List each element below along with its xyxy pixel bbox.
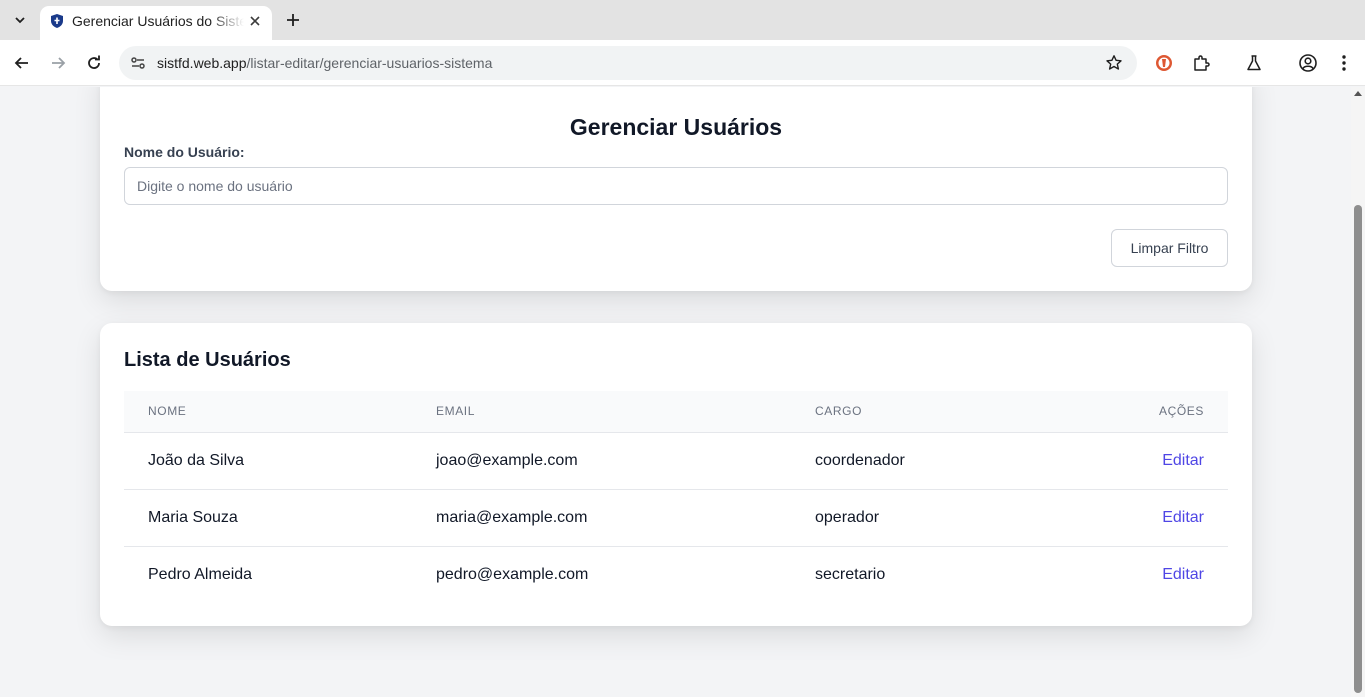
site-settings-icon[interactable] [129, 54, 147, 72]
user-list-card: Lista de Usuários NOME EMAIL CARGO AÇÕES… [100, 323, 1252, 626]
back-arrow-icon[interactable] [10, 51, 34, 75]
user-actions-cell: Editar [1028, 489, 1228, 547]
filter-card: Gerenciar Usuários Nome do Usuário: Limp… [100, 87, 1252, 291]
user-name-label: Nome do Usuário: [124, 144, 245, 160]
user-email-cell: joao@example.com [412, 432, 791, 490]
scroll-up-arrow-icon[interactable] [1354, 91, 1362, 96]
url-host: sistfd.web.app [157, 55, 247, 71]
close-icon[interactable] [246, 12, 264, 30]
url-text: sistfd.web.app/listar-editar/gerenciar-u… [157, 55, 492, 71]
edit-user-link[interactable]: Editar [1162, 452, 1204, 469]
column-header-email: EMAIL [412, 391, 791, 433]
user-actions-cell: Editar [1028, 432, 1228, 490]
column-header-actions: AÇÕES [1028, 391, 1228, 433]
labs-flask-icon[interactable] [1243, 52, 1265, 74]
user-email-cell: pedro@example.com [436, 565, 589, 583]
page-scrollbar[interactable] [1351, 87, 1365, 697]
more-vertical-icon[interactable] [1333, 52, 1355, 74]
url-path: /listar-editar/gerenciar-usuarios-sistem… [246, 55, 493, 71]
reload-icon[interactable] [82, 51, 106, 75]
user-name-cell: João da Silva [124, 432, 412, 490]
table-row: Pedro Almeida pedro@example.com secretar… [124, 546, 1228, 603]
address-bar[interactable]: sistfd.web.app/listar-editar/gerenciar-u… [119, 46, 1137, 80]
profile-icon[interactable] [1297, 52, 1319, 74]
shield-favicon-icon [50, 13, 64, 29]
user-list-title: Lista de Usuários [124, 349, 291, 371]
user-role-cell: secretario [815, 565, 886, 583]
duckduckgo-icon[interactable] [1153, 52, 1175, 74]
plus-icon[interactable] [282, 9, 304, 31]
page-title: Gerenciar Usuários [569, 114, 783, 140]
table-header-row: NOME EMAIL CARGO AÇÕES [124, 391, 1228, 433]
tab-title: Gerenciar Usuários do Sistema [72, 13, 244, 29]
forward-arrow-icon[interactable] [46, 51, 70, 75]
extensions-icon[interactable] [1190, 52, 1212, 74]
users-table: NOME EMAIL CARGO AÇÕES João da Silva joa… [124, 391, 1228, 603]
table-row: João da Silva joao@example.com coordenad… [124, 432, 1228, 490]
column-header-name: NOME [124, 391, 412, 433]
user-name-input[interactable] [124, 167, 1228, 205]
user-role-cell: operador [791, 489, 1028, 547]
active-tab[interactable]: Gerenciar Usuários do Sistema [40, 6, 272, 40]
user-name-cell: Pedro Almeida [148, 565, 253, 583]
user-email-cell: maria@example.com [412, 489, 791, 547]
table-row: Maria Souza maria@example.com operador E… [124, 489, 1228, 547]
user-name-cell: Maria Souza [124, 489, 412, 547]
column-header-role: CARGO [791, 391, 1028, 433]
clear-filter-button[interactable]: Limpar Filtro [1111, 229, 1228, 267]
tab-search-icon[interactable] [8, 8, 32, 32]
star-icon[interactable] [1105, 54, 1123, 72]
edit-user-link[interactable]: Editar [1162, 509, 1204, 526]
tab-strip: Gerenciar Usuários do Sistema [0, 0, 1365, 40]
scrollbar-thumb[interactable] [1354, 205, 1362, 693]
page-viewport: Gerenciar Usuários Nome do Usuário: Limp… [0, 87, 1365, 697]
user-actions-cell: Editar [1028, 546, 1228, 603]
edit-user-link[interactable]: Editar [1162, 566, 1204, 583]
browser-toolbar: sistfd.web.app/listar-editar/gerenciar-u… [0, 40, 1365, 86]
user-role-cell: coordenador [791, 432, 1028, 490]
